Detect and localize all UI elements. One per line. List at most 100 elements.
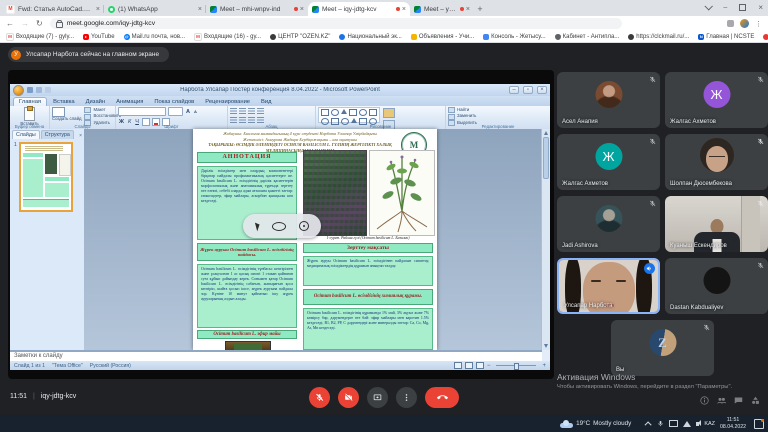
- bookmark-item[interactable]: Главная | NCSTE: [698, 34, 754, 40]
- tray-mic-icon[interactable]: [657, 420, 664, 427]
- slideshow-view-icon[interactable]: [476, 362, 484, 369]
- bookmark-item[interactable]: Кабинет - Антипла...: [555, 34, 620, 40]
- participant-tile-speaking[interactable]: Улсапар Нарбота: [557, 258, 660, 314]
- shrink-font-icon[interactable]: А: [193, 109, 198, 114]
- font-size-select[interactable]: [168, 107, 183, 116]
- tab-close-icon[interactable]: [198, 6, 202, 13]
- bookmark-item[interactable]: https://clckmail.ru/...: [628, 34, 689, 40]
- tab-whatsapp[interactable]: (1) WhatsApp: [104, 2, 206, 16]
- bookmark-item[interactable]: Консоль - Жетысу...: [483, 34, 545, 40]
- presented-screen[interactable]: Нарбота Улсапар Постер конференция 8.04.…: [8, 70, 554, 379]
- line-spacing-icon[interactable]: [257, 108, 264, 114]
- participant-tile[interactable]: Ж Жалгас Ахметов: [665, 72, 768, 128]
- zoom-out-icon[interactable]: −: [487, 363, 491, 369]
- extensions-icon[interactable]: [727, 20, 734, 27]
- quick-styles-icon[interactable]: [383, 108, 395, 118]
- indent-icon[interactable]: [248, 108, 255, 114]
- font-name-select[interactable]: [118, 107, 166, 116]
- back-icon[interactable]: [6, 20, 14, 28]
- end-call-button[interactable]: [425, 387, 459, 408]
- participant-tile[interactable]: Dastan Kabdualiyev: [665, 258, 768, 314]
- bookmark-item[interactable]: Авиабилеты: [763, 34, 768, 40]
- bookmark-item[interactable]: Mail.ru почта, нов...: [124, 34, 185, 40]
- tab-close-icon[interactable]: [402, 6, 406, 13]
- scroll-up-icon[interactable]: [544, 131, 548, 135]
- present-button[interactable]: [367, 387, 388, 408]
- participant-tile[interactable]: Ж Жалгас Ахметов: [557, 134, 660, 190]
- more-options-button[interactable]: [396, 387, 417, 408]
- ribbon-tab-design[interactable]: Дизайн: [81, 98, 111, 106]
- activities-icon[interactable]: [751, 396, 760, 405]
- undo-icon[interactable]: [36, 87, 42, 93]
- slide-thumbnail[interactable]: [19, 142, 73, 212]
- clock[interactable]: 11:51 08.04.2022: [720, 417, 746, 430]
- participant-tile[interactable]: Куаныш Ескендиров: [665, 196, 768, 252]
- ribbon-tab-review[interactable]: Рецензирование: [200, 98, 255, 106]
- numbering-icon[interactable]: [239, 108, 246, 114]
- tab-meet-active[interactable]: Meet – iqy-jdtg-kcv: [308, 2, 410, 16]
- tab-close-icon[interactable]: [300, 6, 304, 13]
- bookmark-item[interactable]: Входящие (7) - gyly...: [6, 33, 74, 41]
- bookmark-item[interactable]: YouTube: [83, 34, 115, 40]
- self-tile[interactable]: Z Вы: [611, 320, 714, 376]
- forward-icon[interactable]: [21, 20, 29, 28]
- zoom-in-icon[interactable]: +: [542, 363, 546, 369]
- align-left-icon[interactable]: [230, 117, 237, 123]
- pane-tab-outline[interactable]: Структура: [41, 130, 74, 139]
- tab-meet-1[interactable]: Meet – mhi-wnpv-ind: [206, 2, 308, 16]
- tab-search-icon[interactable]: [705, 2, 713, 10]
- vertical-scrollbar[interactable]: [541, 129, 550, 350]
- bookmark-item[interactable]: ЦЕНТР "OZEN.KZ": [270, 34, 330, 40]
- tab-close-icon[interactable]: [96, 6, 100, 13]
- language-indicator[interactable]: KAZ: [704, 421, 715, 427]
- redo-icon[interactable]: [45, 87, 51, 93]
- bookmark-item[interactable]: Объявления - Учи...: [411, 34, 474, 40]
- pane-close-icon[interactable]: [79, 133, 82, 139]
- camera-toggle-button[interactable]: [338, 387, 359, 408]
- new-slide-button[interactable]: Создать слайд: [52, 117, 81, 122]
- sorter-view-icon[interactable]: [465, 362, 473, 369]
- bookmark-item[interactable]: Национальный эк...: [339, 34, 401, 40]
- grow-font-icon[interactable]: А: [185, 109, 191, 115]
- participant-tile[interactable]: Jadi Ashirova: [557, 196, 660, 252]
- shapes-gallery[interactable]: [318, 107, 380, 123]
- minimize-icon[interactable]: –: [509, 86, 519, 94]
- pane-tab-slides[interactable]: Слайды: [12, 130, 40, 139]
- minimize-icon[interactable]: [723, 4, 727, 11]
- action-center-icon[interactable]: [754, 419, 764, 429]
- tab-meet-3[interactable]: Meet – yqr-apvw-awn: [410, 2, 474, 16]
- new-tab-button[interactable]: [474, 3, 486, 15]
- network-icon[interactable]: [683, 421, 691, 427]
- ribbon-tab-insert[interactable]: Вставка: [48, 98, 80, 106]
- chat-icon[interactable]: [734, 396, 743, 405]
- align-right-icon[interactable]: [248, 117, 255, 123]
- reload-icon[interactable]: [36, 20, 43, 28]
- justify-icon[interactable]: [257, 117, 264, 123]
- ribbon-tab-slideshow[interactable]: Показ слайдов: [149, 98, 199, 106]
- normal-view-icon[interactable]: [454, 362, 462, 369]
- tab-close-icon[interactable]: [466, 6, 470, 13]
- align-center-icon[interactable]: [239, 117, 246, 123]
- scroll-down-icon[interactable]: [544, 344, 548, 348]
- menu-icon[interactable]: [755, 20, 762, 28]
- ribbon-tab-home[interactable]: Главная: [13, 97, 47, 106]
- ribbon-tab-view[interactable]: Вид: [256, 98, 277, 106]
- hidden-icons-chevron[interactable]: [645, 421, 652, 428]
- people-icon[interactable]: [717, 396, 726, 405]
- poster-slide[interactable]: Жобаушы: Биология мамандығының 4 курс ст…: [193, 129, 437, 350]
- participant-tile[interactable]: Асел Анапия: [557, 72, 660, 128]
- volume-icon[interactable]: [696, 422, 699, 426]
- address-bar[interactable]: meet.google.com/iqy-jdtg-kcv: [50, 18, 622, 29]
- display-icon[interactable]: [669, 420, 678, 427]
- notes-pane[interactable]: Заметки к слайду: [10, 350, 542, 361]
- tab-gmail[interactable]: M Fwd: Статья AutoCad.docx - gy...: [2, 2, 104, 16]
- zoom-slider[interactable]: [496, 365, 536, 366]
- ribbon-tab-animation[interactable]: Анимация: [111, 98, 148, 106]
- call-info-icon[interactable]: [700, 396, 709, 405]
- office-button-icon[interactable]: [13, 85, 24, 96]
- paste-icon[interactable]: [24, 107, 35, 121]
- participant-tile[interactable]: Шолпан Дюсембекова: [665, 134, 768, 190]
- close-icon[interactable]: [758, 3, 763, 12]
- bookmark-item[interactable]: Входящие (16) - gy...: [194, 33, 261, 41]
- bullets-icon[interactable]: [230, 108, 237, 114]
